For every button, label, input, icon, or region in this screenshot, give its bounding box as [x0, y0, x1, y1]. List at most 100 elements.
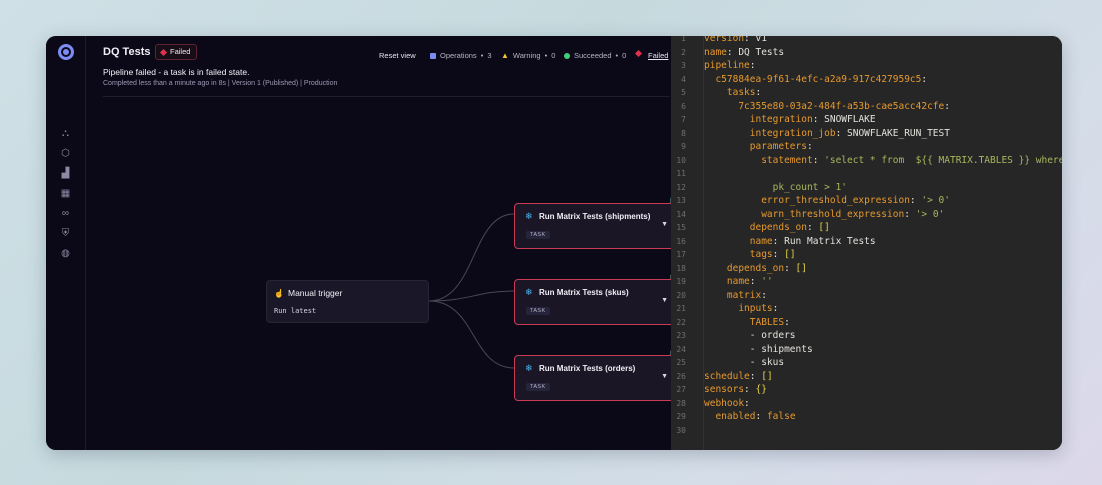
code-line[interactable]: name: Run Matrix Tests — [704, 236, 876, 247]
code-token: : SNOWFLAKE — [812, 114, 876, 125]
line-number: 22 — [676, 317, 686, 327]
chevron-down-icon[interactable]: ▼ — [661, 297, 668, 304]
logo-icon[interactable] — [58, 44, 74, 60]
line-number: 2 — [681, 47, 686, 57]
edge-to-orders — [428, 300, 515, 369]
line-number: 18 — [676, 263, 686, 273]
code-token: '> 0' — [915, 208, 945, 220]
code-line[interactable]: tags: [] — [704, 249, 796, 260]
line-number: 10 — [676, 155, 686, 165]
code-token: - skus — [704, 357, 785, 368]
code-token: depends_on — [726, 262, 785, 274]
code-token: pipeline — [704, 60, 750, 71]
line-number: 25 — [676, 358, 686, 367]
line-number: 9 — [681, 142, 686, 151]
code-token: : — [761, 289, 767, 301]
hand-icon: ☝ — [274, 289, 284, 298]
code-line[interactable]: schedule: [] — [704, 371, 773, 382]
globe-icon[interactable]: ◍ — [60, 248, 71, 259]
code-token: : — [772, 249, 785, 260]
task-tag: TASK — [526, 383, 550, 391]
code-token: depends_on — [749, 222, 807, 233]
code-line[interactable]: 7c355e80-03a2-484f-a53b-cae5acc42cfe: — [704, 101, 950, 112]
chart-icon[interactable]: ▟ — [60, 168, 71, 179]
code-token: : SNOWFLAKE_RUN_TEST — [835, 127, 950, 139]
code-line[interactable]: statement: 'select * from ${{ MATRIX.TAB… — [704, 155, 1062, 166]
code-line[interactable]: parameters: — [704, 141, 813, 152]
code-line[interactable]: version: v1 — [704, 36, 767, 44]
code-token: [] — [784, 249, 796, 260]
code-token: inputs — [738, 303, 773, 314]
line-number: 12 — [676, 182, 686, 192]
code-token: matrix — [726, 289, 762, 301]
manual-trigger-node[interactable]: ☝ Manual trigger Run latest — [266, 280, 429, 323]
task-node-skus[interactable]: ❄ Run Matrix Tests (skus) TASK ▼ — [514, 279, 677, 325]
code-line[interactable]: pk_count > 1' — [704, 182, 847, 193]
code-line[interactable]: name: DQ Tests — [704, 47, 784, 58]
edge-to-skus — [428, 290, 515, 302]
code-token: - shipments — [704, 343, 813, 355]
trigger-subtitle: Run latest — [274, 307, 317, 315]
share-icon[interactable]: ⛬ — [60, 128, 71, 139]
snowflake-icon: ❄ — [525, 363, 533, 373]
chevron-down-icon[interactable]: ▼ — [661, 221, 668, 228]
code-token: webhook — [704, 397, 745, 409]
code-line[interactable]: - skus — [704, 357, 784, 368]
code-token: tasks — [726, 87, 756, 98]
code-line[interactable]: - orders — [704, 330, 796, 341]
code-line[interactable]: sensors: {} — [704, 384, 767, 395]
code-line[interactable]: enabled: false — [704, 411, 796, 422]
code-token: : — [784, 262, 796, 274]
code-line[interactable]: warn_threshold_expression: '> 0' — [704, 209, 944, 220]
line-number: 21 — [676, 304, 686, 313]
code-token: : — [744, 384, 756, 395]
code-token: name — [726, 276, 750, 287]
code-line[interactable]: inputs: — [704, 303, 778, 314]
code-line[interactable]: TABLES: — [704, 317, 790, 328]
line-number: 19 — [676, 277, 686, 286]
code-line[interactable]: c57884ea-9f61-4efc-a2a9-917c427959c5: — [704, 74, 927, 85]
code-line[interactable]: error_threshold_expression: '> 0' — [704, 195, 950, 206]
code-line[interactable]: name: '' — [704, 276, 773, 287]
code-line[interactable]: tasks: — [704, 87, 761, 98]
code-line[interactable]: - shipments — [704, 344, 813, 355]
code-line[interactable]: pipeline: — [704, 60, 756, 71]
code-line[interactable]: webhook: — [704, 398, 750, 409]
line-number: 28 — [676, 398, 686, 408]
code-line[interactable]: integration_job: SNOWFLAKE_RUN_TEST — [704, 128, 950, 139]
code-token: tags — [749, 249, 773, 260]
yaml-editor[interactable]: 1 2 3 4 5 6 7 8 9 10 11 12 13 14 15 16 17 18 19 20 21 22 23 24 2… — [671, 36, 1062, 450]
line-number: 11 — [676, 169, 686, 178]
snowflake-icon: ❄ — [525, 287, 533, 297]
line-number: 23 — [676, 331, 686, 340]
task-node-shipments[interactable]: ❄ Run Matrix Tests (shipments) TASK ▼ — [514, 203, 677, 249]
code-token: : — [944, 100, 950, 112]
code-token: false — [766, 411, 796, 422]
code-token: 7c355e80-03a2-484f-a53b-cae5acc42cfe — [738, 100, 945, 112]
code-line[interactable]: depends_on: [] — [704, 263, 807, 274]
code-token: : — [784, 316, 790, 328]
code-line[interactable]: matrix: — [704, 290, 767, 301]
code-line[interactable]: depends_on: [] — [704, 222, 830, 233]
code-token: : — [755, 87, 762, 98]
code-token: sensors — [704, 384, 745, 395]
shield-icon[interactable]: ⛨ — [60, 228, 71, 239]
code-line[interactable]: integration: SNOWFLAKE — [704, 114, 876, 125]
line-number: 14 — [676, 209, 686, 219]
task-node-orders[interactable]: ❄ Run Matrix Tests (orders) TASK ▼ — [514, 355, 677, 401]
line-number: 5 — [681, 88, 686, 97]
line-number: 8 — [681, 128, 686, 138]
code-token: TABLES — [749, 316, 785, 328]
link-icon[interactable]: ∞ — [60, 208, 71, 219]
cube-icon[interactable]: ⬡ — [60, 148, 71, 159]
line-number: 24 — [676, 344, 686, 354]
grid-icon[interactable]: ▦ — [60, 188, 71, 199]
chevron-down-icon[interactable]: ▼ — [661, 373, 668, 380]
